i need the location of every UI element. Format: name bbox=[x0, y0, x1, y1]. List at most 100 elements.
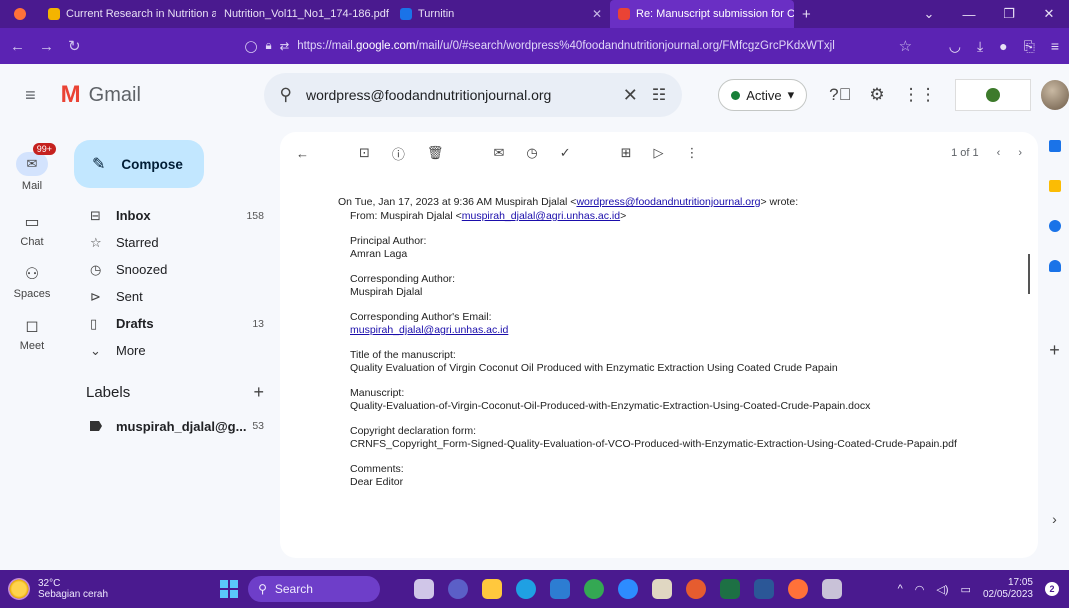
file-explorer-icon[interactable] bbox=[482, 579, 503, 599]
share-icon[interactable]: ⎘ bbox=[1024, 38, 1035, 55]
status-dropdown[interactable]: Active ▾ bbox=[718, 79, 808, 111]
mail-icon: ✉ 99+ bbox=[16, 143, 56, 176]
account-avatar[interactable] bbox=[1040, 80, 1069, 110]
organization-logo[interactable] bbox=[954, 79, 1031, 111]
mail-search-box[interactable]: ⚲ wordpress@foodandnutritionjournal.org … bbox=[263, 73, 683, 117]
gmail-logo[interactable]: M Gmail bbox=[61, 81, 264, 109]
search-input[interactable]: wordpress@foodandnutritionjournal.org bbox=[306, 87, 609, 103]
delete-icon[interactable]: 🗑︎ bbox=[427, 145, 444, 161]
windows-taskbar: 32°C Sebagian cerah ⚲ Search ^ ◠ ◁) ▭ 17… bbox=[0, 570, 1069, 608]
tasks-icon[interactable] bbox=[1048, 220, 1061, 232]
close-tab-icon[interactable]: ✕ bbox=[592, 7, 602, 21]
url-bar[interactable]: ◯ 🔒︎ ⇄ https://mail.google.com/mail/u/0/… bbox=[245, 39, 885, 54]
sidebar-item-starred[interactable]: ☆ Starred bbox=[64, 229, 278, 256]
calendar-icon[interactable] bbox=[1048, 140, 1061, 152]
sidebar-item-sent[interactable]: ⊳ Sent bbox=[64, 283, 278, 310]
add-task-icon[interactable]: ✓ bbox=[560, 145, 571, 161]
prev-page-icon[interactable]: ‹ bbox=[997, 147, 1001, 159]
snooze-icon[interactable]: ◷ bbox=[526, 145, 537, 161]
move-to-icon[interactable]: ⊞ bbox=[621, 145, 632, 161]
mark-unread-icon[interactable]: ✉ bbox=[493, 145, 504, 161]
keep-icon[interactable] bbox=[1048, 180, 1061, 192]
download-icon[interactable]: ⤓ bbox=[977, 38, 983, 55]
message-scrollbar[interactable] bbox=[1028, 254, 1030, 294]
sidebar-label-item[interactable]: muspirah_djalal@g... 53 bbox=[64, 413, 278, 439]
notification-badge[interactable]: 2 bbox=[1045, 582, 1059, 596]
new-tab-button[interactable]: + bbox=[794, 0, 819, 28]
rail-item-chat[interactable]: ▭ Chat bbox=[0, 204, 64, 256]
browser-tab-gmail-active[interactable]: Re: Manuscript submission for C ✕ bbox=[610, 0, 794, 28]
next-page-icon[interactable]: › bbox=[1018, 147, 1022, 159]
minimize-icon[interactable]: — bbox=[949, 0, 989, 28]
pocket-icon[interactable]: ◡ bbox=[949, 38, 961, 55]
compose-button[interactable]: ✎ Compose bbox=[74, 140, 204, 188]
clear-search-icon[interactable]: ✕ bbox=[623, 85, 638, 106]
store-icon[interactable] bbox=[550, 579, 571, 599]
from-email-link[interactable]: muspirah_djalal@agri.unhas.ac.id bbox=[462, 210, 620, 222]
apps-grid-icon[interactable]: ⋮⋮ bbox=[903, 85, 937, 105]
contacts-icon[interactable] bbox=[1048, 260, 1061, 272]
chat-app-icon[interactable] bbox=[448, 579, 469, 599]
browser-tab-current-research[interactable]: Current Research in Nutrition a ✕ bbox=[40, 0, 216, 28]
more-options-icon[interactable]: ⋮ bbox=[686, 145, 699, 161]
back-to-search-icon[interactable]: ← bbox=[296, 146, 309, 161]
back-arrow-icon[interactable]: ← bbox=[10, 38, 25, 55]
weather-widget[interactable]: 32°C Sebagian cerah bbox=[0, 578, 108, 600]
archive-icon[interactable]: ⊡ bbox=[359, 145, 370, 161]
bookmark-star-icon[interactable]: ☆ bbox=[899, 37, 912, 55]
rail-item-spaces[interactable]: ⚇ Spaces bbox=[0, 256, 64, 308]
forward-arrow-icon[interactable]: → bbox=[39, 38, 54, 55]
tray-overflow-icon[interactable]: ^ bbox=[898, 583, 903, 595]
rail-item-meet[interactable]: ◻ Meet bbox=[0, 308, 64, 360]
label-icon[interactable]: ▷ bbox=[654, 145, 664, 161]
battery-icon[interactable]: ▭ bbox=[961, 583, 971, 596]
rail-item-mail[interactable]: ✉ 99+ Mail bbox=[0, 140, 64, 204]
site-favicon-icon bbox=[48, 8, 60, 20]
weather-desc: Sebagian cerah bbox=[38, 589, 109, 600]
search-icon[interactable]: ⚲ bbox=[280, 85, 292, 105]
help-icon[interactable]: ?⃝ bbox=[829, 85, 851, 105]
firefox-taskbar-icon[interactable] bbox=[788, 579, 809, 599]
extension-icon[interactable]: ● bbox=[999, 38, 1007, 55]
reload-icon[interactable]: ↻ bbox=[68, 37, 81, 55]
menu-icon[interactable]: ≡ bbox=[1051, 38, 1059, 55]
excel-icon[interactable] bbox=[720, 579, 741, 599]
add-label-icon[interactable]: + bbox=[253, 382, 264, 403]
tool-app-icon[interactable] bbox=[652, 579, 673, 599]
zoom-icon[interactable] bbox=[618, 579, 639, 599]
settings-gear-icon[interactable]: ⚙ bbox=[869, 85, 884, 105]
sender-email-link[interactable]: wordpress@foodandnutritionjournal.org bbox=[576, 196, 760, 208]
browser-tab-turnitin[interactable]: Turnitin ✕ bbox=[392, 0, 610, 28]
system-clock[interactable]: 17:05 02/05/2023 bbox=[983, 577, 1033, 601]
wifi-icon[interactable]: ◠ bbox=[915, 583, 925, 596]
main-menu-icon[interactable]: ≡ bbox=[0, 85, 61, 106]
word-icon[interactable] bbox=[754, 579, 775, 599]
edge-browser-icon[interactable] bbox=[516, 579, 537, 599]
report-spam-icon[interactable]: ⓘ bbox=[392, 144, 405, 163]
spaces-icon: ⚇ bbox=[24, 266, 40, 283]
sidebar-item-drafts[interactable]: ▯ Drafts 13 bbox=[64, 310, 278, 337]
chrome-icon[interactable] bbox=[584, 579, 605, 599]
sidebar-item-more[interactable]: ⌄ More bbox=[64, 337, 278, 364]
search-options-icon[interactable]: ☷ bbox=[652, 85, 666, 105]
browser-tab-firefox-menu[interactable] bbox=[0, 0, 40, 28]
volume-icon[interactable]: ◁) bbox=[936, 583, 948, 596]
restore-icon[interactable]: ❐ bbox=[989, 0, 1029, 28]
sidebar-item-inbox[interactable]: ⊟ Inbox 158 bbox=[64, 202, 278, 229]
clock-icon: ◷ bbox=[90, 261, 102, 277]
sidebar-item-snoozed[interactable]: ◷ Snoozed bbox=[64, 256, 278, 283]
corresponding-email-link[interactable]: muspirah_djalal@agri.unhas.ac.id bbox=[350, 324, 508, 336]
expand-panel-icon[interactable]: › bbox=[1052, 511, 1057, 527]
media-app-icon[interactable] bbox=[686, 579, 707, 599]
windows-start-icon[interactable] bbox=[220, 580, 239, 598]
photos-app-icon[interactable] bbox=[822, 579, 843, 599]
tab-list-chevron-icon[interactable]: ⌄ bbox=[909, 0, 949, 28]
browser-tab-pdf[interactable]: Nutrition_Vol11_No1_174-186.pdf ✕ bbox=[216, 0, 392, 28]
university-seal-icon bbox=[985, 88, 1000, 102]
rail-label: Chat bbox=[20, 236, 44, 248]
close-window-icon[interactable]: ✕ bbox=[1029, 0, 1069, 28]
browser-toolbar-right: ◡ ⤓ ● ⎘ ≡ bbox=[949, 38, 1059, 55]
task-view-icon[interactable] bbox=[414, 579, 435, 599]
taskbar-search[interactable]: ⚲ Search bbox=[248, 576, 381, 602]
add-addon-icon[interactable]: + bbox=[1049, 340, 1060, 361]
